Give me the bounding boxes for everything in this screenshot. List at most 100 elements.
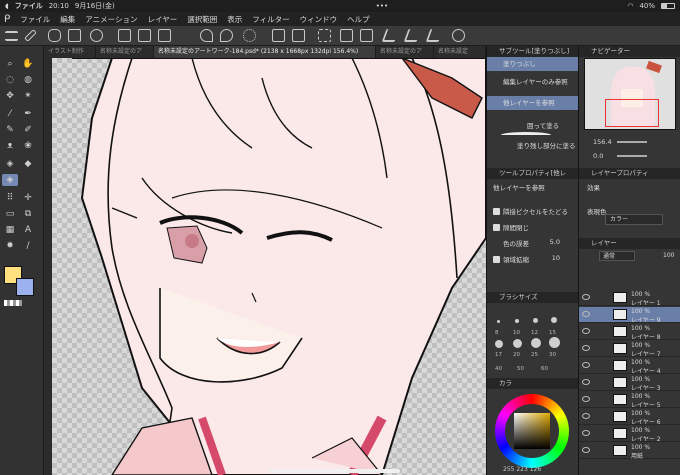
- ruler-icon[interactable]: [381, 29, 400, 42]
- navigator-rotation[interactable]: 0.0: [593, 152, 603, 160]
- fill-tool-icon[interactable]: ◈: [2, 174, 18, 186]
- opacity-value[interactable]: 100: [663, 252, 674, 259]
- hamburger-icon[interactable]: [5, 31, 18, 41]
- subtool-item-lasso-fill[interactable]: 囲って塗る: [487, 120, 578, 132]
- tab-5[interactable]: 名称未設定: [434, 46, 486, 58]
- tab-active-document[interactable]: 名称未設定のアートワーク-184.psd* (2138 x 1668px 132…: [154, 46, 376, 58]
- option-area-scaling[interactable]: 領域拡縮 10: [487, 254, 578, 264]
- blend-mode-select[interactable]: 通常: [599, 251, 635, 261]
- eye-icon[interactable]: [582, 311, 590, 317]
- menu-layer[interactable]: レイヤー: [148, 14, 178, 25]
- pen-tool-icon[interactable]: ✒: [22, 108, 34, 120]
- eyedropper-icon[interactable]: ⁄: [4, 108, 16, 120]
- eraser-icon[interactable]: [68, 29, 81, 42]
- decoration-icon[interactable]: ❀: [22, 140, 34, 152]
- undo-history-icon[interactable]: [452, 29, 465, 42]
- canvas[interactable]: [52, 58, 486, 475]
- undo-icon[interactable]: [200, 29, 213, 42]
- tab-2[interactable]: 名称未設定のア: [96, 46, 154, 58]
- pen-icon[interactable]: [24, 29, 37, 42]
- layer-row[interactable]: 100 % レイヤー 7: [579, 341, 680, 358]
- subtool-item-close-gap[interactable]: 塗り残し部分に塗る: [487, 140, 578, 152]
- gradient-icon[interactable]: ⠿: [4, 192, 16, 204]
- frame-icon[interactable]: ▭: [4, 208, 16, 220]
- layer-row[interactable]: 100 % 用紙: [579, 443, 680, 460]
- option-adjacent[interactable]: 隣接ピクセルをたどる: [487, 206, 578, 216]
- eye-icon[interactable]: [582, 379, 590, 385]
- subtool-item-other-layers[interactable]: 他レイヤーを参照: [487, 96, 578, 110]
- tab-4[interactable]: 名称未設定のア: [376, 46, 434, 58]
- rotate-slider[interactable]: [617, 155, 647, 157]
- figure-icon[interactable]: ✛: [22, 192, 34, 204]
- deselect-icon[interactable]: [318, 29, 331, 42]
- eye-icon[interactable]: [582, 396, 590, 402]
- eye-icon[interactable]: [582, 447, 590, 453]
- hand-icon[interactable]: [48, 29, 61, 42]
- redo-icon[interactable]: [220, 29, 233, 42]
- layer-row[interactable]: 100 % レイヤー 4: [579, 358, 680, 375]
- transparent-color-swatch[interactable]: [4, 300, 22, 306]
- layer-row[interactable]: 100 % レイヤー 8: [579, 324, 680, 341]
- menu-filter[interactable]: フィルター: [252, 14, 289, 25]
- pencil-icon[interactable]: ✎: [4, 124, 16, 136]
- layer-row[interactable]: 100 % レイヤー 6: [579, 409, 680, 426]
- zoom-slider[interactable]: [617, 141, 647, 143]
- ruler-tool-icon[interactable]: ▦: [4, 224, 16, 236]
- layer-row[interactable]: 100 % レイヤー 2: [579, 426, 680, 443]
- layer-row[interactable]: 100 % レイヤー 1: [579, 290, 680, 307]
- layer-row[interactable]: 100 % レイヤー 5: [579, 392, 680, 409]
- eye-icon[interactable]: [582, 294, 590, 300]
- menu-selection[interactable]: 選択範囲: [187, 14, 217, 25]
- invert-icon[interactable]: [360, 29, 373, 42]
- sub-color-swatch[interactable]: [16, 278, 34, 296]
- open-icon[interactable]: [138, 29, 151, 42]
- navigator-zoom[interactable]: 156.4: [593, 138, 612, 146]
- menu-edit[interactable]: 編集: [60, 14, 75, 25]
- airbrush-icon[interactable]: ᴥ: [4, 140, 16, 152]
- subtool-item-edit-only[interactable]: 編集レイヤーのみ参照: [487, 76, 578, 88]
- eye-icon[interactable]: [582, 345, 590, 351]
- eye-icon[interactable]: [582, 362, 590, 368]
- line-correction-icon[interactable]: ∕: [22, 240, 34, 252]
- zoom-icon[interactable]: ⌕: [4, 58, 16, 70]
- clip-logo-icon[interactable]: ᑭ: [4, 14, 10, 25]
- ruler-icon-2[interactable]: [403, 29, 422, 42]
- eye-icon[interactable]: [582, 328, 590, 334]
- magic-wand-icon[interactable]: ✴: [22, 90, 34, 102]
- transform-icon[interactable]: [292, 29, 305, 42]
- new-icon[interactable]: [118, 29, 131, 42]
- status-app-menu[interactable]: ファイル: [15, 1, 43, 11]
- menu-help[interactable]: ヘルプ: [347, 14, 370, 25]
- menu-view[interactable]: 表示: [227, 14, 242, 25]
- brush-icon[interactable]: ✐: [22, 124, 34, 136]
- move-icon[interactable]: ✥: [4, 90, 16, 102]
- blend-icon[interactable]: ◈: [4, 158, 16, 170]
- clear-icon[interactable]: [272, 29, 285, 42]
- text-icon[interactable]: A: [22, 224, 34, 236]
- balloon-icon[interactable]: ✸: [4, 240, 16, 252]
- option-color-tolerance[interactable]: 色の誤差 5.0: [487, 238, 578, 248]
- navigator-preview[interactable]: [584, 58, 676, 130]
- record-icon[interactable]: [90, 29, 103, 42]
- menu-animation[interactable]: アニメーション: [85, 14, 137, 25]
- menu-window[interactable]: ウィンドウ: [300, 14, 338, 25]
- menu-file[interactable]: ファイル: [20, 14, 50, 25]
- ruler-icon-3[interactable]: [425, 29, 444, 42]
- expression-color-select[interactable]: カラー: [605, 214, 663, 225]
- layer-row-selected[interactable]: 100 % レイヤー 9: [579, 307, 680, 324]
- operation-icon[interactable]: ⧉: [22, 208, 34, 220]
- eraser-tool-icon[interactable]: ◆: [22, 158, 34, 170]
- hand-tool-icon[interactable]: ✋: [22, 58, 34, 70]
- saturation-square[interactable]: [514, 413, 550, 449]
- more-dots-icon[interactable]: •••: [376, 2, 388, 10]
- layer-row[interactable]: 100 % レイヤー 3: [579, 375, 680, 392]
- eye-icon[interactable]: [582, 430, 590, 436]
- subtool-item-fill[interactable]: 塗りつぶし: [487, 57, 578, 71]
- loading-icon[interactable]: [243, 29, 256, 42]
- crop-icon[interactable]: [340, 29, 353, 42]
- select-icon[interactable]: ◌: [4, 74, 16, 86]
- eye-icon[interactable]: [582, 413, 590, 419]
- tab-1[interactable]: イラスト制作: [44, 46, 96, 58]
- option-close-gap[interactable]: 隙間閉じ: [487, 222, 578, 232]
- color-wheel[interactable]: [495, 394, 569, 468]
